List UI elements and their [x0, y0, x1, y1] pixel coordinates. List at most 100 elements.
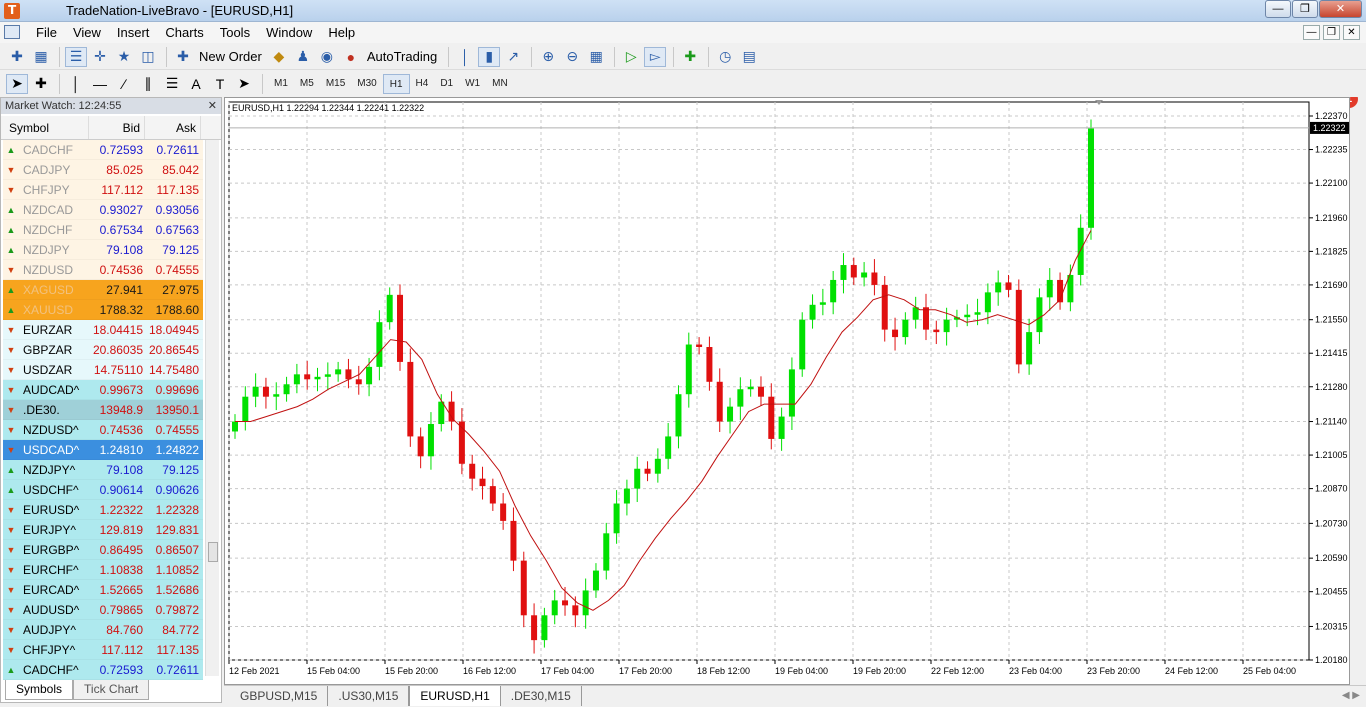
tab-symbols[interactable]: Symbols: [5, 680, 74, 700]
table-row[interactable]: ▼ AUDCAD^ 0.99673 0.99696: [3, 380, 203, 400]
col-bid[interactable]: Bid: [89, 116, 145, 139]
text-label-icon[interactable]: T: [209, 74, 231, 94]
table-row[interactable]: ▼ EURCHF^ 1.10838 1.10852: [3, 560, 203, 580]
autotrading-button[interactable]: AutoTrading: [367, 49, 437, 64]
chart-window[interactable]: 1.22370 1.22235 1.22100 1.21960 1.21825 1.216…: [224, 97, 1352, 685]
data-window-icon[interactable]: ✛: [89, 47, 111, 67]
periods-icon[interactable]: ◷: [714, 47, 736, 67]
crosshair-icon[interactable]: ✚: [30, 74, 52, 94]
maximize-button[interactable]: ❐: [1292, 0, 1318, 18]
terminal-icon[interactable]: ◫: [137, 47, 159, 67]
price-chart[interactable]: 1.22370 1.22235 1.22100 1.21960 1.21825 1.216…: [225, 98, 1352, 684]
table-row[interactable]: ▼ AUDJPY^ 84.760 84.772: [3, 620, 203, 640]
table-row[interactable]: ▼ EURZAR 18.04415 18.04945: [3, 320, 203, 340]
tf-m15[interactable]: M15: [320, 74, 351, 94]
tab-tick-chart[interactable]: Tick Chart: [73, 680, 150, 700]
tile-windows-icon[interactable]: ▦: [585, 47, 607, 67]
table-row[interactable]: ▲ XAUUSD 1788.32 1788.60: [3, 300, 203, 320]
line-chart-icon[interactable]: ↗: [502, 47, 524, 67]
new-order-button[interactable]: New Order: [199, 49, 262, 64]
table-row[interactable]: ▼ CADJPY 85.025 85.042: [3, 160, 203, 180]
table-row[interactable]: ▼ NZDUSD 0.74536 0.74555: [3, 260, 203, 280]
chart-tab-de30[interactable]: .DE30,M15: [501, 686, 582, 706]
text-icon[interactable]: A: [185, 74, 207, 94]
symbol-label: EURGBP^: [23, 542, 80, 557]
tf-h4[interactable]: H4: [410, 74, 435, 94]
autoscroll-icon[interactable]: ▷: [620, 47, 642, 67]
chart-tab-eurusd[interactable]: EURUSD,H1: [409, 686, 501, 706]
indicators-icon[interactable]: ✚: [679, 47, 701, 67]
market-watch-scrollbar[interactable]: [205, 140, 219, 676]
signals-icon[interactable]: ◉: [316, 47, 338, 67]
tf-mn[interactable]: MN: [486, 74, 514, 94]
arrows-icon[interactable]: ➤: [233, 74, 255, 94]
candlestick-icon[interactable]: ▮: [478, 46, 501, 67]
col-ask[interactable]: Ask: [145, 116, 201, 139]
table-row[interactable]: ▼ NZDUSD^ 0.74536 0.74555: [3, 420, 203, 440]
horizontal-line-icon[interactable]: —: [89, 74, 111, 94]
cursor-icon[interactable]: ➤: [6, 73, 28, 94]
chart-tab-us30[interactable]: .US30,M15: [328, 686, 410, 706]
table-row[interactable]: ▼ EURJPY^ 129.819 129.831: [3, 520, 203, 540]
profiles-icon[interactable]: ▦: [30, 47, 52, 67]
table-row[interactable]: ▼ CHFJPY^ 117.112 117.135: [3, 640, 203, 660]
zoom-in-icon[interactable]: ⊕: [537, 47, 559, 67]
navigator-icon[interactable]: ★: [113, 47, 135, 67]
market-watch-toggle-icon[interactable]: ☰: [65, 46, 87, 67]
menu-tools[interactable]: Tools: [212, 24, 258, 41]
tf-m5[interactable]: M5: [294, 74, 320, 94]
table-row[interactable]: ▲ CADCHF^ 0.72593 0.72611: [3, 660, 203, 680]
table-row[interactable]: ▼ USDZAR 14.75110 14.75480: [3, 360, 203, 380]
table-row[interactable]: ▲ NZDCHF 0.67534 0.67563: [3, 220, 203, 240]
close-button[interactable]: ✕: [1319, 0, 1362, 18]
chart-tab-gbpusd[interactable]: GBPUSD,M15: [230, 686, 329, 706]
child-minimize-button[interactable]: —: [1303, 25, 1320, 40]
experts-icon[interactable]: ♟: [292, 47, 314, 67]
child-close-button[interactable]: ✕: [1343, 25, 1360, 40]
menu-charts[interactable]: Charts: [157, 24, 211, 41]
autotrading-icon[interactable]: ●: [340, 47, 362, 67]
tf-m1[interactable]: M1: [268, 74, 294, 94]
menu-insert[interactable]: Insert: [109, 24, 158, 41]
table-row[interactable]: ▼ EURGBP^ 0.86495 0.86507: [3, 540, 203, 560]
new-chart-icon[interactable]: ✚: [6, 47, 28, 67]
table-row[interactable]: ▼ USDCAD^ 1.24810 1.24822: [3, 440, 203, 460]
table-row[interactable]: ▼ EURUSD^ 1.22322 1.22328: [3, 500, 203, 520]
table-row[interactable]: ▼ CHFJPY 117.112 117.135: [3, 180, 203, 200]
menu-help[interactable]: Help: [320, 24, 363, 41]
bar-chart-icon[interactable]: │: [454, 47, 476, 67]
table-row[interactable]: ▲ NZDJPY^ 79.108 79.125: [3, 460, 203, 480]
metaeditor-icon[interactable]: ◆: [268, 47, 290, 67]
tf-w1[interactable]: W1: [459, 74, 486, 94]
table-row[interactable]: ▲ USDCHF^ 0.90614 0.90626: [3, 480, 203, 500]
table-row[interactable]: ▲ CADCHF 0.72593 0.72611: [3, 140, 203, 160]
trendline-icon[interactable]: ∕: [113, 74, 135, 94]
menu-window[interactable]: Window: [258, 24, 320, 41]
templates-icon[interactable]: ▤: [738, 47, 760, 67]
channel-icon[interactable]: ∥: [137, 74, 159, 94]
table-row[interactable]: ▼ AUDUSD^ 0.79865 0.79872: [3, 600, 203, 620]
table-row[interactable]: ▼ .DE30. 13948.9 13950.1: [3, 400, 203, 420]
menu-file[interactable]: File: [28, 24, 65, 41]
zoom-out-icon[interactable]: ⊖: [561, 47, 583, 67]
minimize-button[interactable]: —: [1265, 0, 1291, 18]
table-row[interactable]: ▲ NZDJPY 79.108 79.125: [3, 240, 203, 260]
menu-view[interactable]: View: [65, 24, 109, 41]
chart-window-icon[interactable]: [4, 25, 20, 39]
child-restore-button[interactable]: ❐: [1323, 25, 1340, 40]
tab-scroll-arrows-icon[interactable]: ◀ ▶: [1342, 686, 1360, 706]
table-row[interactable]: ▲ NZDCAD 0.93027 0.93056: [3, 200, 203, 220]
table-row[interactable]: ▲ XAGUSD 27.941 27.975: [3, 280, 203, 300]
vertical-line-icon[interactable]: │: [65, 74, 87, 94]
chart-shift-icon[interactable]: ▻: [644, 46, 667, 67]
market-watch-close-icon[interactable]: ✕: [208, 98, 217, 114]
table-row[interactable]: ▼ EURCAD^ 1.52665 1.52686: [3, 580, 203, 600]
table-row[interactable]: ▼ GBPZAR 20.86035 20.86545: [3, 340, 203, 360]
col-symbol[interactable]: Symbol: [1, 116, 89, 139]
tf-h1[interactable]: H1: [382, 73, 410, 94]
fibonacci-icon[interactable]: ☰: [161, 74, 183, 94]
tf-m30[interactable]: M30: [351, 74, 382, 94]
scroll-thumb[interactable]: [208, 542, 218, 562]
new-order-icon[interactable]: ✚: [172, 47, 194, 67]
tf-d1[interactable]: D1: [434, 74, 459, 94]
